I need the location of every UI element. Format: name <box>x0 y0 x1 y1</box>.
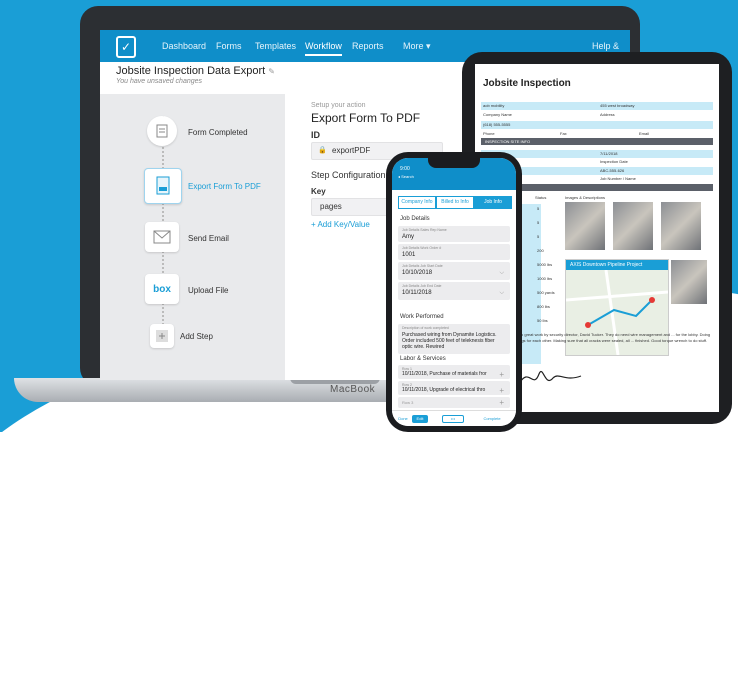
address-value: 455 west broadway <box>600 103 635 108</box>
tablet-report-title: Jobsite Inspection <box>483 78 571 89</box>
id-label: ID <box>311 130 320 140</box>
job-number-label: Job Number / Name <box>600 176 636 181</box>
work-performed-heading: Work Performed <box>400 314 444 320</box>
node-label-export-pdf[interactable]: Export Form To PDF <box>188 182 261 191</box>
row-band-2 <box>481 121 713 129</box>
add-key-value-link[interactable]: + Add Key/Value <box>311 220 370 229</box>
status-cell: 500 yards <box>537 290 555 295</box>
node-label-upload-file[interactable]: Upload File <box>188 286 228 295</box>
address-label: Address <box>600 112 615 117</box>
setup-label: Setup your action <box>311 102 366 109</box>
mail-icon[interactable] <box>145 222 179 252</box>
work-description-field[interactable]: Description of work completed Purchased … <box>398 324 510 354</box>
end-date-field[interactable]: Job Details Job End Date 10/11/2018 ⌵ <box>398 282 510 300</box>
status-cell: 5 <box>537 220 540 225</box>
email-label: Email <box>639 131 650 136</box>
edit-button[interactable]: Edit <box>412 415 428 423</box>
tab-job-info[interactable]: Job Info <box>474 196 512 209</box>
nav-templates[interactable]: Templates <box>255 41 296 51</box>
done-button[interactable]: Done <box>396 415 410 423</box>
node-label-add-step[interactable]: Add Step <box>180 332 213 341</box>
labor-row-3[interactable]: Row 3 + <box>398 397 510 408</box>
nav-more[interactable]: More ▾ <box>403 41 431 52</box>
nav-dashboard[interactable]: Dashboard <box>162 41 206 51</box>
more-button[interactable]: ••• <box>442 415 464 423</box>
add-step-icon[interactable] <box>150 324 174 348</box>
sales-rep-field[interactable]: Job Details Sales Rep Name Amy <box>398 226 510 242</box>
status-header: Status <box>535 195 547 200</box>
start-date-field[interactable]: Job Details Job Start Date 10/10/2018 ⌵ <box>398 262 510 280</box>
phone-value: (618) 555-5555 <box>483 122 511 127</box>
node-label-send-email[interactable]: Send Email <box>188 234 229 243</box>
key-label: Key <box>311 187 326 196</box>
node-label-form-completed[interactable]: Form Completed <box>188 128 248 137</box>
status-cell: 200 <box>537 248 544 253</box>
status-cell: 5000 lbs <box>537 262 553 267</box>
macbook-label: MacBook <box>330 384 376 395</box>
plus-icon[interactable]: + <box>499 370 504 379</box>
step-config-heading: Step Configuration <box>311 170 386 180</box>
status-time: 9:00 <box>400 166 410 172</box>
chevron-down-icon[interactable]: ⌵ <box>499 270 504 277</box>
signature-image <box>518 371 582 385</box>
inspection-date-value: 7/11/2018 <box>600 151 618 156</box>
tab-billed-to-info[interactable]: Billed to Info <box>436 196 474 209</box>
form-completed-icon[interactable] <box>147 116 177 146</box>
job-details-heading: Job Details <box>400 216 430 222</box>
pdf-icon[interactable] <box>144 168 182 204</box>
complete-button[interactable]: Complete <box>472 415 512 423</box>
row-band-3 <box>481 150 713 158</box>
phone-bottom-bar: Done Edit ••• Complete <box>392 410 516 426</box>
phone-label: Phone <box>483 131 495 136</box>
plus-icon[interactable]: + <box>499 386 504 395</box>
tab-company-info[interactable]: Company Info <box>398 196 436 209</box>
images-header: Images & Descriptions <box>565 195 606 200</box>
plus-icon[interactable]: + <box>499 398 504 407</box>
nav-forms[interactable]: Forms <box>216 41 242 51</box>
row-band-1 <box>481 102 713 110</box>
inspection-photo <box>661 202 701 250</box>
status-cell: 5 <box>537 206 540 211</box>
app-logo-icon[interactable]: ✓ <box>116 36 136 58</box>
job-number-value: ABC-555-626 <box>600 168 625 173</box>
nav-reports[interactable]: Reports <box>352 41 384 51</box>
inspection-date-label: Inspection Date <box>600 159 628 164</box>
inspection-photo <box>565 202 605 250</box>
work-order-field[interactable]: Job Details Work Order #1001 <box>398 244 510 260</box>
lock-icon: 🔒 <box>318 147 327 154</box>
page-title[interactable]: Jobsite Inspection Data Export ✎ <box>116 65 275 77</box>
phone-notch <box>428 158 480 168</box>
map-title: AXIS Downtown Pipeline Project <box>566 260 668 270</box>
labor-row-1[interactable]: Row 1 10/11/2018, Purchase of materials … <box>398 365 510 379</box>
status-cell: 800 lbs <box>537 304 550 309</box>
back-link[interactable]: ◂ Search <box>398 174 414 179</box>
inspection-photo <box>671 260 707 304</box>
status-cell: 1000 lbs <box>537 276 553 281</box>
inspection-photo <box>613 202 653 250</box>
section-header: INSPECTION SITE INFO <box>485 139 531 144</box>
status-cell: 5 <box>537 234 540 239</box>
chevron-down-icon[interactable]: ⌵ <box>499 290 504 297</box>
nav-workflow[interactable]: Workflow <box>305 41 342 56</box>
phone-screen: 9:00 ◂ Search Company Info Billed to Inf… <box>392 158 516 426</box>
company-name-value: aob mobility <box>483 103 505 108</box>
edit-pencil-icon[interactable]: ✎ <box>268 67 275 76</box>
fax-label: Fax <box>560 131 567 136</box>
box-icon[interactable]: box <box>145 274 179 304</box>
unsaved-notice: You have unsaved changes <box>116 78 203 85</box>
labor-heading: Labor & Services <box>400 356 446 362</box>
status-cell: 50 lbs <box>537 318 548 323</box>
labor-row-2[interactable]: Row 2 10/11/2018, Upgrade of electrical … <box>398 381 510 395</box>
company-name-label: Company Name <box>483 112 512 117</box>
action-title: Export Form To PDF <box>311 111 421 125</box>
